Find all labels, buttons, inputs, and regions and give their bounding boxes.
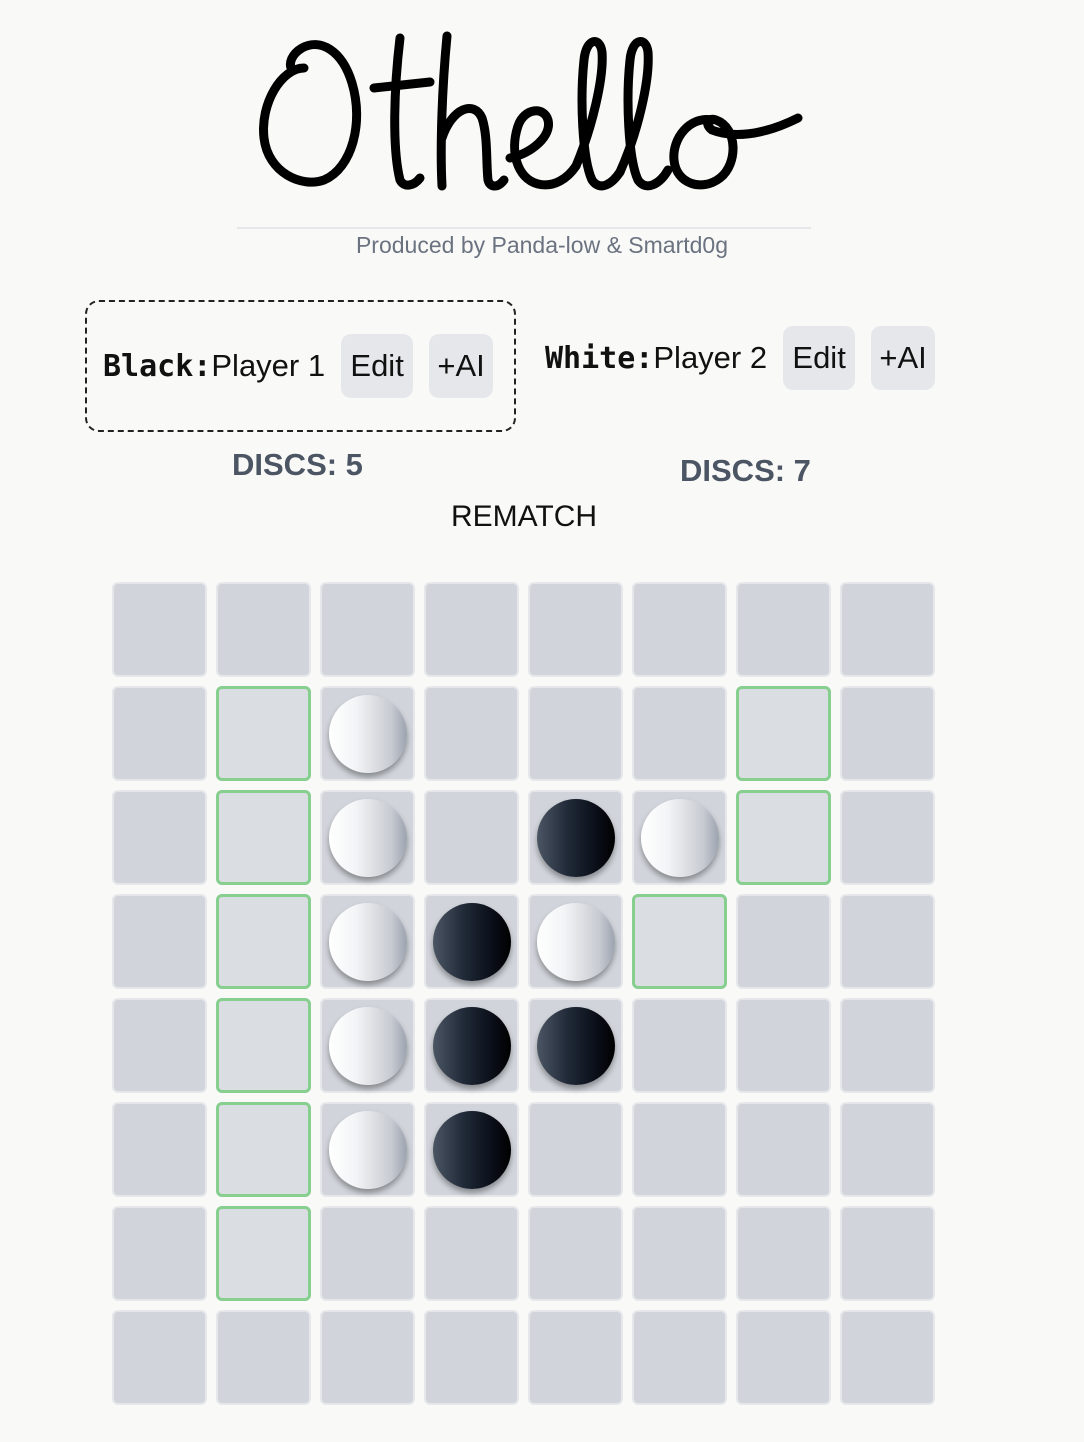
board-cell-r1-c2[interactable] [216, 582, 311, 677]
board-cell-r6-c2[interactable] [216, 1102, 311, 1197]
white-disc [329, 1007, 407, 1085]
white-edit-button[interactable]: Edit [783, 326, 856, 390]
header-divider [237, 227, 811, 229]
game-board [112, 582, 936, 1406]
board-cell-r3-c1[interactable] [112, 790, 207, 885]
board-cell-r7-c2[interactable] [216, 1206, 311, 1301]
board-cell-r2-c4[interactable] [424, 686, 519, 781]
board-cell-r2-c5[interactable] [528, 686, 623, 781]
board-cell-r2-c2[interactable] [216, 686, 311, 781]
board-cell-r8-c2[interactable] [216, 1310, 311, 1405]
board-cell-r7-c3[interactable] [320, 1206, 415, 1301]
board-cell-r4-c5[interactable] [528, 894, 623, 989]
board-cell-r3-c3[interactable] [320, 790, 415, 885]
board-cell-r8-c6[interactable] [632, 1310, 727, 1405]
board-cell-r6-c1[interactable] [112, 1102, 207, 1197]
board-cell-r5-c2[interactable] [216, 998, 311, 1093]
white-add-ai-button[interactable]: +AI [871, 326, 936, 390]
board-cell-r5-c4[interactable] [424, 998, 519, 1093]
board-cell-r6-c8[interactable] [840, 1102, 935, 1197]
board-cell-r3-c5[interactable] [528, 790, 623, 885]
board-cell-r6-c7[interactable] [736, 1102, 831, 1197]
board-cell-r3-c8[interactable] [840, 790, 935, 885]
white-player-name: Player 2 [653, 340, 768, 375]
board-cell-r1-c5[interactable] [528, 582, 623, 677]
board-cell-r8-c7[interactable] [736, 1310, 831, 1405]
board-cell-r7-c1[interactable] [112, 1206, 207, 1301]
black-player-name: Player 1 [211, 348, 326, 383]
board-cell-r7-c8[interactable] [840, 1206, 935, 1301]
black-disc [433, 903, 511, 981]
board-cell-r4-c2[interactable] [216, 894, 311, 989]
board-cell-r4-c1[interactable] [112, 894, 207, 989]
board-cell-r6-c3[interactable] [320, 1102, 415, 1197]
board-cell-r5-c3[interactable] [320, 998, 415, 1093]
board-cell-r4-c7[interactable] [736, 894, 831, 989]
black-label: Black: [103, 348, 212, 384]
board-cell-r4-c8[interactable] [840, 894, 935, 989]
board-cell-r4-c3[interactable] [320, 894, 415, 989]
board-cell-r7-c4[interactable] [424, 1206, 519, 1301]
white-disc-count: DISCS: 7 [680, 453, 811, 488]
black-disc [433, 1007, 511, 1085]
board-cell-r7-c7[interactable] [736, 1206, 831, 1301]
board-cell-r6-c4[interactable] [424, 1102, 519, 1197]
board-cell-r8-c8[interactable] [840, 1310, 935, 1405]
black-disc [537, 799, 615, 877]
board-cell-r6-c6[interactable] [632, 1102, 727, 1197]
white-disc [641, 799, 719, 877]
black-disc-count: DISCS: 5 [232, 447, 363, 482]
board-cell-r2-c8[interactable] [840, 686, 935, 781]
board-cell-r7-c6[interactable] [632, 1206, 727, 1301]
board-cell-r3-c7[interactable] [736, 790, 831, 885]
board-cell-r2-c3[interactable] [320, 686, 415, 781]
white-label: White: [545, 340, 654, 376]
board-cell-r1-c8[interactable] [840, 582, 935, 677]
black-disc [433, 1111, 511, 1189]
board-cell-r8-c1[interactable] [112, 1310, 207, 1405]
board-cell-r1-c4[interactable] [424, 582, 519, 677]
board-cell-r5-c1[interactable] [112, 998, 207, 1093]
rematch-button[interactable]: REMATCH [0, 500, 1048, 534]
board-cell-r5-c5[interactable] [528, 998, 623, 1093]
white-disc [329, 799, 407, 877]
board-cell-r3-c4[interactable] [424, 790, 519, 885]
black-edit-button[interactable]: Edit [341, 334, 414, 398]
white-player-panel: White: Player 2 Edit +AI [545, 323, 951, 393]
board-cell-r8-c4[interactable] [424, 1310, 519, 1405]
white-disc [329, 695, 407, 773]
othello-logo [259, 31, 803, 191]
black-player-panel: Black: Player 1 Edit +AI [85, 300, 516, 432]
board-cell-r1-c6[interactable] [632, 582, 727, 677]
black-add-ai-button[interactable]: +AI [429, 334, 494, 398]
board-cell-r3-c2[interactable] [216, 790, 311, 885]
board-cell-r5-c6[interactable] [632, 998, 727, 1093]
page-title [0, 8, 1084, 208]
board-cell-r5-c8[interactable] [840, 998, 935, 1093]
white-disc [537, 903, 615, 981]
white-disc [329, 903, 407, 981]
white-disc [329, 1111, 407, 1189]
board-cell-r5-c7[interactable] [736, 998, 831, 1093]
board-cell-r6-c5[interactable] [528, 1102, 623, 1197]
board-cell-r8-c5[interactable] [528, 1310, 623, 1405]
board-cell-r8-c3[interactable] [320, 1310, 415, 1405]
credits: Produced by Panda-low & Smartd0g [355, 232, 729, 258]
board-cell-r1-c3[interactable] [320, 582, 415, 677]
board-cell-r3-c6[interactable] [632, 790, 727, 885]
black-disc [537, 1007, 615, 1085]
board-cell-r1-c7[interactable] [736, 582, 831, 677]
board-cell-r4-c4[interactable] [424, 894, 519, 989]
board-cell-r1-c1[interactable] [112, 582, 207, 677]
board-cell-r2-c1[interactable] [112, 686, 207, 781]
board-cell-r7-c5[interactable] [528, 1206, 623, 1301]
board-cell-r4-c6[interactable] [632, 894, 727, 989]
board-cell-r2-c6[interactable] [632, 686, 727, 781]
board-cell-r2-c7[interactable] [736, 686, 831, 781]
